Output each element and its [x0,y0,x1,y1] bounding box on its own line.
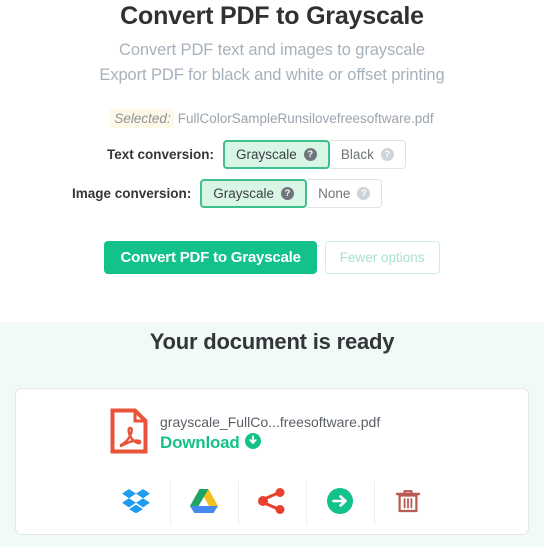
help-icon[interactable]: ? [281,187,295,200]
action-buttons: Convert PDF to Grayscale Fewer options [0,241,544,274]
delete-button[interactable] [373,481,442,525]
share-icon [258,487,286,519]
google-drive-button[interactable] [169,481,238,525]
text-conversion-label: Text conversion: [107,147,215,162]
selected-filename: FullColorSampleRunsilovefreesoftware.pdf [177,111,434,126]
continue-arrow-icon [326,487,354,520]
help-icon[interactable]: ? [303,148,317,161]
pdf-file-icon [110,408,148,459]
convert-button[interactable]: Convert PDF to Grayscale [104,241,317,274]
selected-label: Selected: [110,109,174,128]
image-conversion-option-none[interactable]: None ? [307,179,383,208]
option-label: None [318,186,351,201]
text-conversion-option-grayscale[interactable]: Grayscale ? [223,140,330,169]
selected-file-row: Selected: FullColorSampleRunsilovefreesof… [0,109,544,128]
result-card: grayscale_FullCo...freesoftware.pdf Down… [15,388,529,535]
option-label: Grayscale [213,186,275,201]
share-actions-bar [16,481,528,525]
page-title: Convert PDF to Grayscale [120,2,424,30]
help-icon[interactable]: ? [357,187,371,200]
download-label: Download [160,433,240,452]
download-circle-icon [244,432,261,454]
result-file-name: grayscale_FullCo...freesoftware.pdf [160,413,381,430]
dropbox-button[interactable] [103,481,170,525]
text-conversion-option-black[interactable]: Black ? [329,140,406,169]
converter-panel: Convert PDF to Grayscale Convert PDF tex… [0,0,544,322]
result-file-info: grayscale_FullCo...freesoftware.pdf Down… [148,414,380,454]
image-conversion-option-grayscale[interactable]: Grayscale ? [200,179,308,208]
subtitle-line-1: Convert PDF text and images to grayscale [119,41,425,59]
result-heading: Your document is ready [149,329,395,354]
fewer-options-button[interactable]: Fewer options [324,241,440,274]
image-conversion-group: Grayscale ? None ? [200,179,383,208]
result-file-row: grayscale_FullCo...freesoftware.pdf Down… [16,389,528,459]
result-panel: Your document is ready grayscale_FullCo.… [0,320,544,547]
help-icon[interactable]: ? [380,148,394,161]
option-label: Grayscale [236,147,297,162]
text-conversion-row: Text conversion: Grayscale ? Black ? [0,140,544,169]
continue-button[interactable] [305,481,374,525]
download-link[interactable]: Download [160,432,380,454]
image-conversion-row: Image conversion: Grayscale ? None ? [0,179,544,208]
image-conversion-label: Image conversion: [72,186,192,201]
option-label: Black [340,147,374,162]
delete-icon [395,487,421,520]
dropbox-icon [121,487,151,520]
share-button[interactable] [237,481,306,525]
text-conversion-group: Grayscale ? Black ? [223,140,406,169]
google-drive-icon [189,487,219,520]
subtitle-line-2: Export PDF for black and white or offset… [99,66,445,84]
